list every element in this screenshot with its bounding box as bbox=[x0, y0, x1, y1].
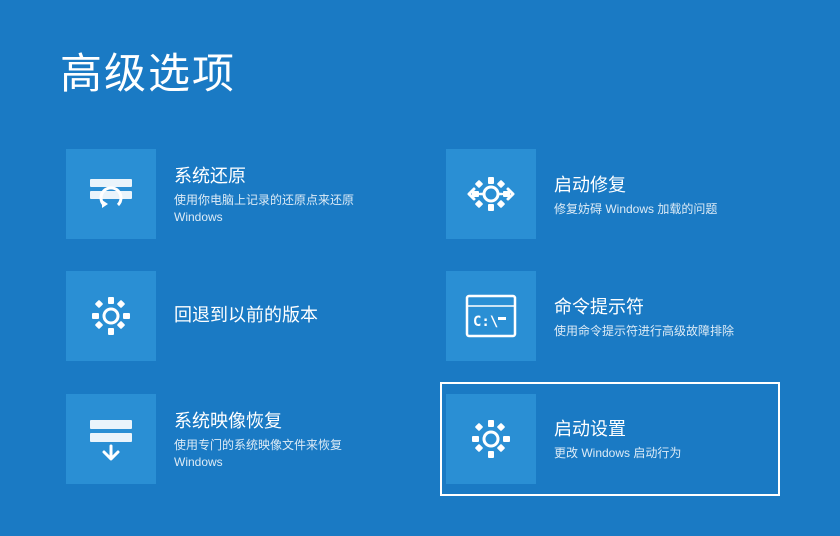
option-system-restore-desc: 使用你电脑上记录的还原点来还原 Windows bbox=[174, 192, 354, 226]
option-startup-repair-text: 启动修复 修复妨碍 Windows 加载的问题 bbox=[554, 171, 717, 218]
option-startup-repair[interactable]: 启动修复 修复妨碍 Windows 加载的问题 bbox=[440, 137, 780, 251]
option-cmd-text: 命令提示符 使用命令提示符进行高级故障排除 bbox=[554, 293, 734, 340]
option-sys-image-text: 系统映像恢复 使用专门的系统映像文件来恢复 Windows bbox=[174, 407, 342, 471]
option-startup-repair-desc: 修复妨碍 Windows 加载的问题 bbox=[554, 201, 717, 218]
page-title: 高级选项 bbox=[60, 40, 780, 101]
option-cmd-title: 命令提示符 bbox=[554, 293, 734, 319]
option-startup-settings-text: 启动设置 更改 Windows 启动行为 bbox=[554, 415, 681, 462]
option-system-restore-text: 系统还原 使用你电脑上记录的还原点来还原 Windows bbox=[174, 162, 354, 226]
options-grid: 系统还原 使用你电脑上记录的还原点来还原 Windows bbox=[60, 137, 780, 496]
svg-text:C:\: C:\ bbox=[473, 314, 498, 330]
option-go-back-text: 回退到以前的版本 bbox=[174, 301, 318, 331]
option-cmd[interactable]: C:\ 命令提示符 使用命令提示符进行高级故障排除 bbox=[440, 259, 780, 373]
option-sys-image-desc: 使用专门的系统映像文件来恢复 Windows bbox=[174, 437, 342, 471]
startup-settings-icon bbox=[446, 394, 536, 484]
restore-icon bbox=[66, 149, 156, 239]
option-cmd-desc: 使用命令提示符进行高级故障排除 bbox=[554, 323, 734, 340]
sysimage-icon bbox=[66, 394, 156, 484]
option-go-back-title: 回退到以前的版本 bbox=[174, 301, 318, 327]
option-startup-settings-desc: 更改 Windows 启动行为 bbox=[554, 445, 681, 462]
option-startup-repair-title: 启动修复 bbox=[554, 171, 717, 197]
option-sys-image-title: 系统映像恢复 bbox=[174, 407, 342, 433]
goback-icon bbox=[66, 271, 156, 361]
option-startup-settings[interactable]: 启动设置 更改 Windows 启动行为 bbox=[440, 382, 780, 496]
option-go-back[interactable]: 回退到以前的版本 bbox=[60, 259, 400, 373]
cmd-icon: C:\ bbox=[446, 271, 536, 361]
option-system-restore-title: 系统还原 bbox=[174, 162, 354, 188]
page-container: 高级选项 系统还原 使用你电脑上记录的还原点来还原 Windows bbox=[0, 0, 840, 536]
option-sys-image[interactable]: 系统映像恢复 使用专门的系统映像文件来恢复 Windows bbox=[60, 382, 400, 496]
startup-repair-icon bbox=[446, 149, 536, 239]
option-startup-settings-title: 启动设置 bbox=[554, 415, 681, 441]
option-system-restore[interactable]: 系统还原 使用你电脑上记录的还原点来还原 Windows bbox=[60, 137, 400, 251]
